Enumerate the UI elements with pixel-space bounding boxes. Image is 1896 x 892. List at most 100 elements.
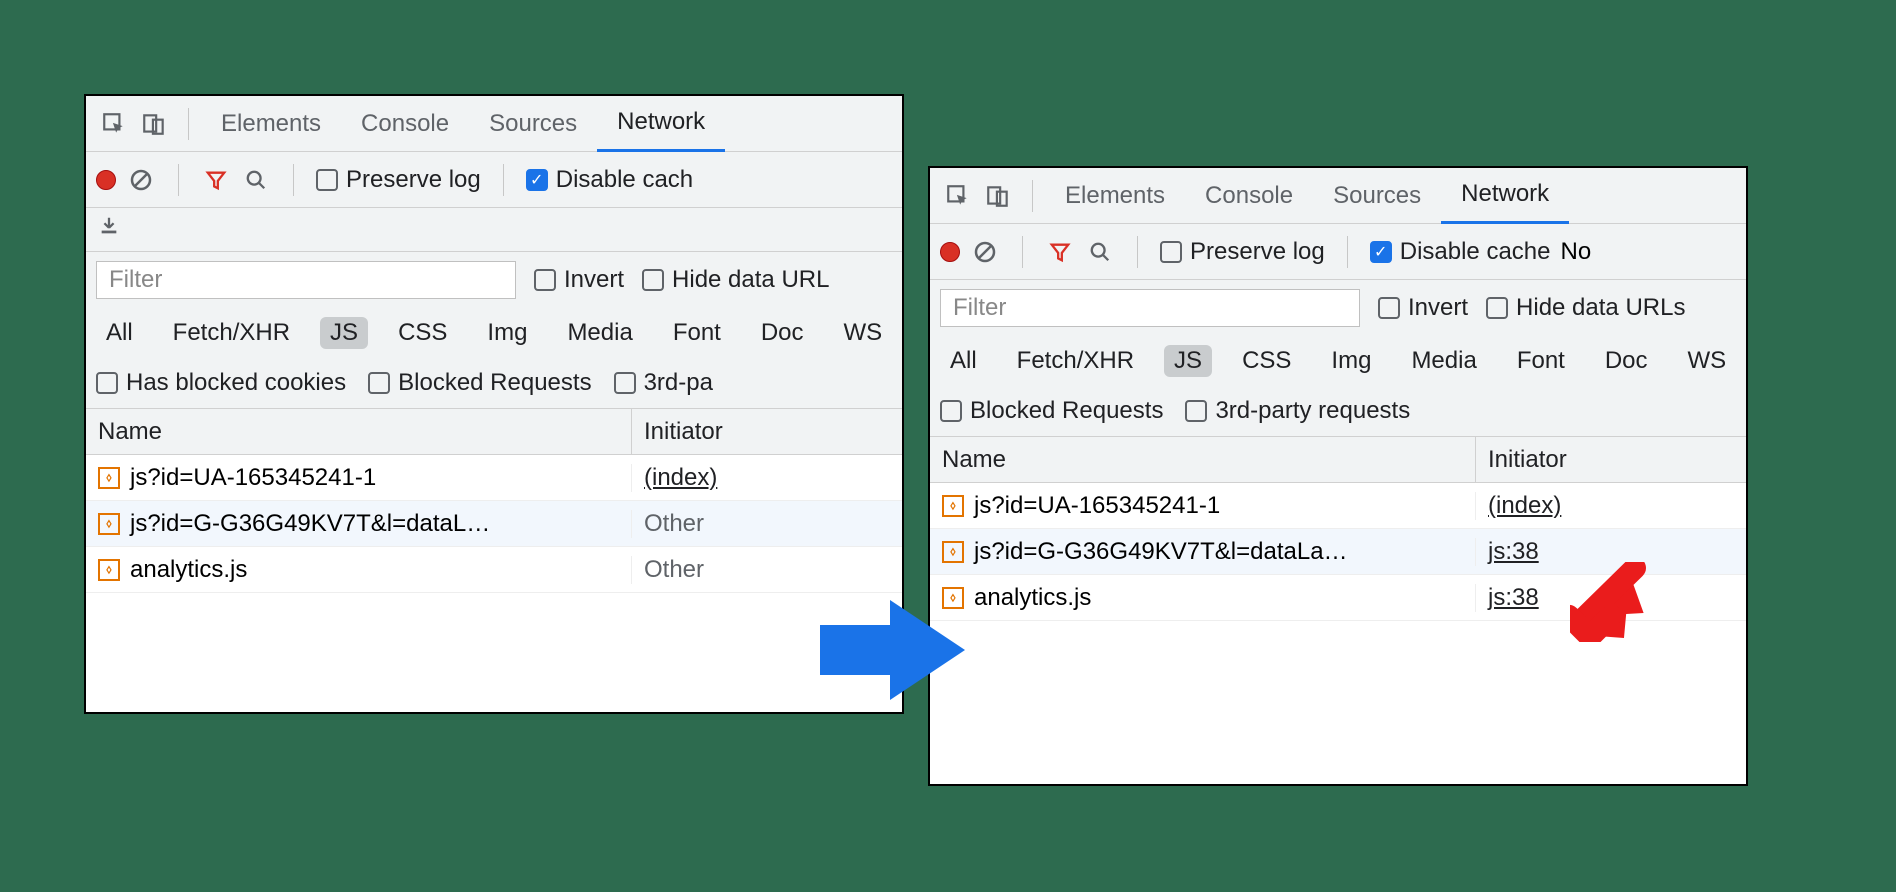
hide-data-urls-label: Hide data URL bbox=[672, 266, 829, 294]
request-name: analytics.js bbox=[130, 556, 247, 584]
network-toolbar: Preserve log ✓Disable cache No bbox=[930, 224, 1746, 280]
type-fetch-xhr[interactable]: Fetch/XHR bbox=[1007, 345, 1144, 377]
invert-checkbox[interactable]: Invert bbox=[1378, 294, 1468, 322]
tab-sources[interactable]: Sources bbox=[1313, 168, 1441, 224]
table-row[interactable]: ⬨js?id=G-G36G49KV7T&l=dataL… Other bbox=[86, 501, 902, 547]
col-name-header[interactable]: Name bbox=[930, 437, 1476, 482]
type-js[interactable]: JS bbox=[320, 317, 368, 349]
blocked-requests-label: Blocked Requests bbox=[398, 369, 591, 397]
tab-network[interactable]: Network bbox=[1441, 168, 1569, 224]
download-row bbox=[86, 208, 902, 252]
filter-icon[interactable] bbox=[201, 165, 231, 195]
hide-data-urls-label: Hide data URLs bbox=[1516, 294, 1685, 322]
table-row[interactable]: ⬨analytics.js Other bbox=[86, 547, 902, 593]
tab-elements[interactable]: Elements bbox=[201, 96, 341, 152]
clear-icon[interactable] bbox=[970, 237, 1000, 267]
table-row[interactable]: ⬨js?id=UA-165345241-1 (index) bbox=[86, 455, 902, 501]
col-initiator-header[interactable]: Initiator bbox=[1476, 437, 1746, 482]
type-ws[interactable]: WS bbox=[834, 317, 893, 349]
inspect-icon[interactable] bbox=[940, 178, 976, 214]
has-blocked-cookies-label: Has blocked cookies bbox=[126, 369, 346, 397]
type-doc[interactable]: Doc bbox=[751, 317, 814, 349]
clear-icon[interactable] bbox=[126, 165, 156, 195]
tab-elements[interactable]: Elements bbox=[1045, 168, 1185, 224]
export-har-icon[interactable] bbox=[98, 215, 120, 244]
type-doc[interactable]: Doc bbox=[1595, 345, 1658, 377]
tab-sources[interactable]: Sources bbox=[469, 96, 597, 152]
type-media[interactable]: Media bbox=[1401, 345, 1486, 377]
third-party-label: 3rd-pa bbox=[644, 369, 713, 397]
filter-icon[interactable] bbox=[1045, 237, 1075, 267]
divider bbox=[293, 164, 294, 196]
preserve-log-label: Preserve log bbox=[1190, 238, 1325, 266]
filter-area: Filter Invert Hide data URL All Fetch/XH… bbox=[86, 252, 902, 409]
tab-console[interactable]: Console bbox=[1185, 168, 1313, 224]
blocked-requests-checkbox[interactable]: Blocked Requests bbox=[368, 369, 591, 397]
device-toggle-icon[interactable] bbox=[980, 178, 1016, 214]
type-all[interactable]: All bbox=[940, 345, 987, 377]
grid-body: ⬨js?id=UA-165345241-1 (index) ⬨js?id=G-G… bbox=[86, 455, 902, 593]
search-icon[interactable] bbox=[1085, 237, 1115, 267]
red-pointer-arrow-icon bbox=[1570, 562, 1650, 642]
divider bbox=[178, 164, 179, 196]
js-file-icon: ⬨ bbox=[98, 467, 120, 489]
tab-network[interactable]: Network bbox=[597, 96, 725, 152]
disable-cache-checkbox[interactable]: ✓Disable cach bbox=[526, 166, 693, 194]
disable-cache-checkbox[interactable]: ✓Disable cache bbox=[1370, 238, 1551, 266]
initiator-link[interactable]: (index) bbox=[644, 464, 717, 492]
preserve-log-checkbox[interactable]: Preserve log bbox=[316, 166, 481, 194]
blocked-requests-label: Blocked Requests bbox=[970, 397, 1163, 425]
filter-input[interactable]: Filter bbox=[940, 289, 1360, 327]
devtools-panel-after: Elements Console Sources Network Preserv… bbox=[928, 166, 1748, 786]
record-button[interactable] bbox=[96, 170, 116, 190]
type-ws[interactable]: WS bbox=[1678, 345, 1737, 377]
inspect-icon[interactable] bbox=[96, 106, 132, 142]
type-filter-row: All Fetch/XHR JS CSS Img Media Font Doc … bbox=[86, 308, 902, 358]
tab-console[interactable]: Console bbox=[341, 96, 469, 152]
blocked-requests-checkbox[interactable]: Blocked Requests bbox=[940, 397, 1163, 425]
third-party-checkbox[interactable]: 3rd-party requests bbox=[1185, 397, 1410, 425]
type-font[interactable]: Font bbox=[663, 317, 731, 349]
divider bbox=[503, 164, 504, 196]
divider bbox=[1347, 236, 1348, 268]
disable-cache-label: Disable cach bbox=[556, 166, 693, 194]
initiator-link[interactable]: js:38 bbox=[1488, 584, 1539, 612]
tab-bar: Elements Console Sources Network bbox=[930, 168, 1746, 224]
table-row[interactable]: ⬨js?id=UA-165345241-1 (index) bbox=[930, 483, 1746, 529]
type-media[interactable]: Media bbox=[557, 317, 642, 349]
type-fetch-xhr[interactable]: Fetch/XHR bbox=[163, 317, 300, 349]
type-js[interactable]: JS bbox=[1164, 345, 1212, 377]
hide-data-urls-checkbox[interactable]: Hide data URL bbox=[642, 266, 829, 294]
js-file-icon: ⬨ bbox=[942, 495, 964, 517]
col-name-header[interactable]: Name bbox=[86, 409, 632, 454]
device-toggle-icon[interactable] bbox=[136, 106, 172, 142]
hide-data-urls-checkbox[interactable]: Hide data URLs bbox=[1486, 294, 1685, 322]
search-icon[interactable] bbox=[241, 165, 271, 195]
divider bbox=[188, 108, 189, 140]
type-css[interactable]: CSS bbox=[1232, 345, 1301, 377]
disable-cache-label: Disable cache bbox=[1400, 238, 1551, 266]
js-file-icon: ⬨ bbox=[942, 541, 964, 563]
preserve-log-checkbox[interactable]: Preserve log bbox=[1160, 238, 1325, 266]
col-initiator-header[interactable]: Initiator bbox=[632, 409, 902, 454]
record-button[interactable] bbox=[940, 242, 960, 262]
initiator-link[interactable]: (index) bbox=[1488, 492, 1561, 520]
initiator-link[interactable]: js:38 bbox=[1488, 538, 1539, 566]
invert-checkbox[interactable]: Invert bbox=[534, 266, 624, 294]
preserve-log-label: Preserve log bbox=[346, 166, 481, 194]
type-img[interactable]: Img bbox=[1321, 345, 1381, 377]
has-blocked-cookies-checkbox[interactable]: Has blocked cookies bbox=[96, 369, 346, 397]
type-all[interactable]: All bbox=[96, 317, 143, 349]
request-name: analytics.js bbox=[974, 584, 1091, 612]
type-font[interactable]: Font bbox=[1507, 345, 1575, 377]
blue-arrow-icon bbox=[810, 590, 970, 710]
divider bbox=[1137, 236, 1138, 268]
invert-label: Invert bbox=[564, 266, 624, 294]
filter-input[interactable]: Filter bbox=[96, 261, 516, 299]
grid-header: Name Initiator bbox=[86, 409, 902, 455]
tab-bar: Elements Console Sources Network bbox=[86, 96, 902, 152]
third-party-checkbox[interactable]: 3rd-pa bbox=[614, 369, 713, 397]
type-filter-row: All Fetch/XHR JS CSS Img Media Font Doc … bbox=[930, 336, 1746, 386]
type-css[interactable]: CSS bbox=[388, 317, 457, 349]
type-img[interactable]: Img bbox=[477, 317, 537, 349]
